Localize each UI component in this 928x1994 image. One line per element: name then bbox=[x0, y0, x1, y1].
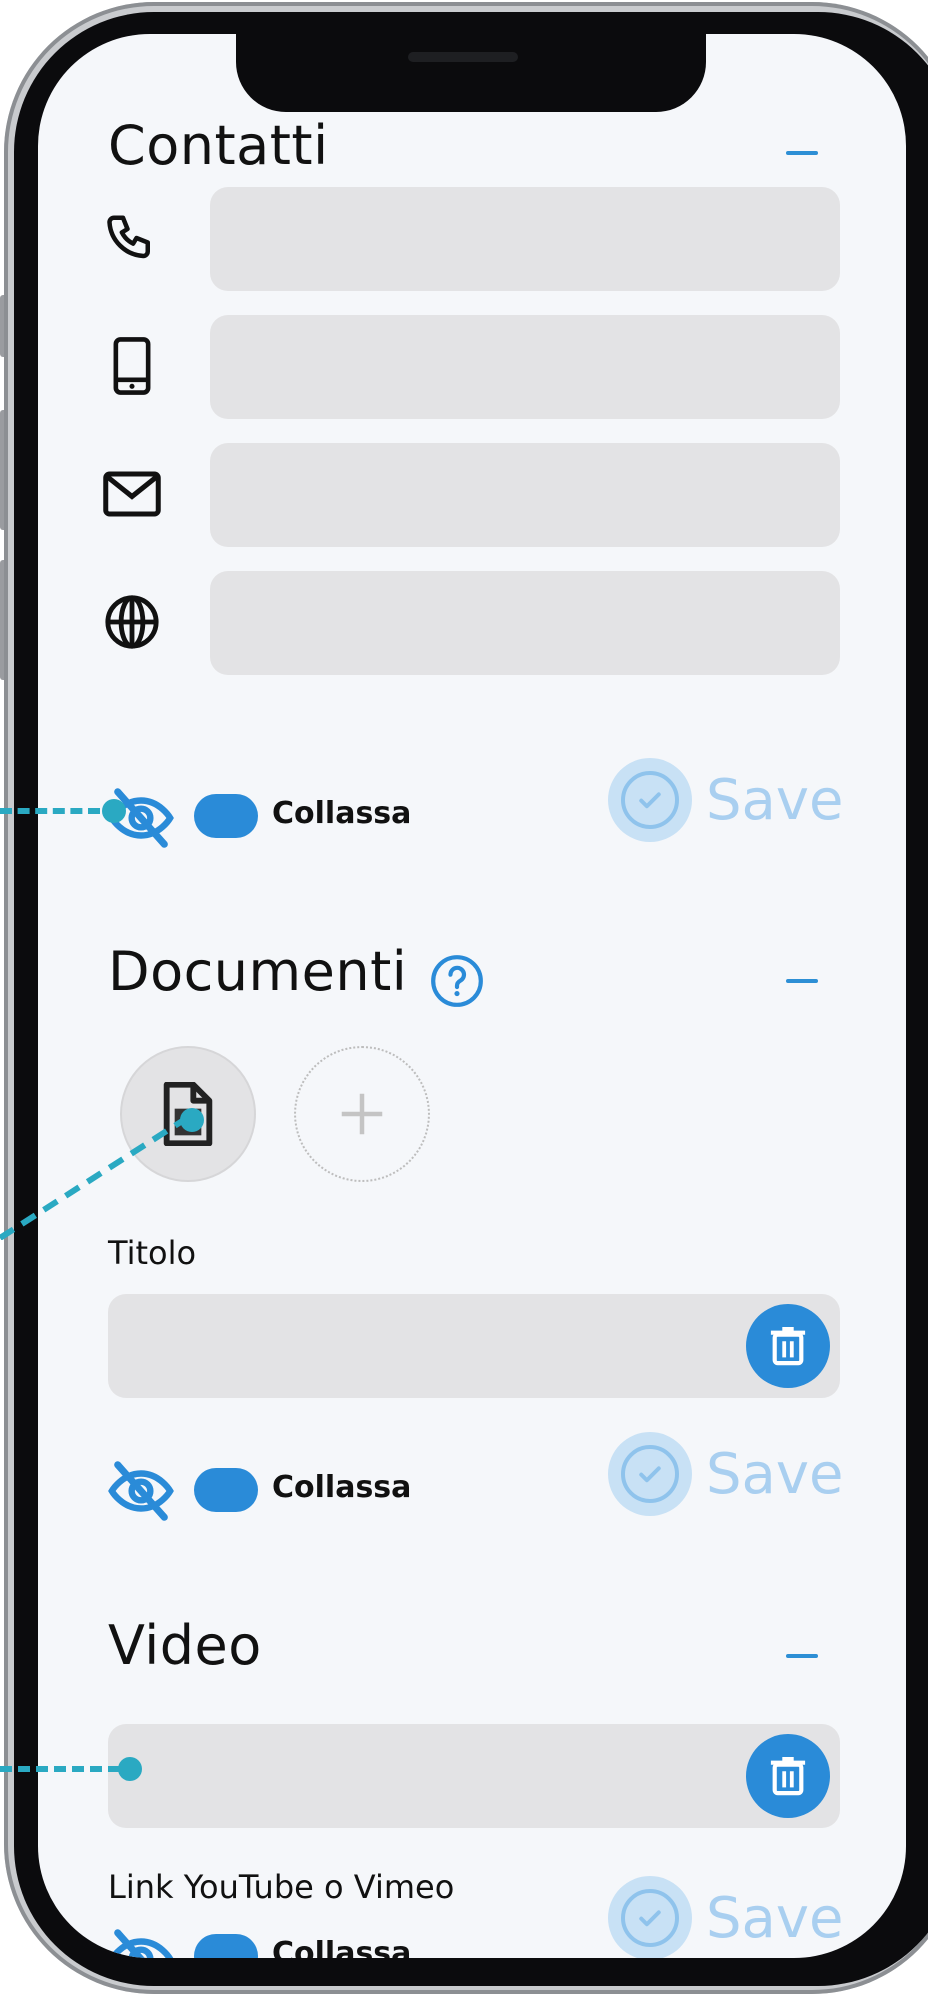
documents-title: Documenti bbox=[108, 940, 408, 1003]
annotation-line bbox=[0, 1766, 120, 1772]
trash-icon bbox=[770, 1327, 806, 1366]
mobile-icon bbox=[96, 330, 168, 402]
visibility-off-icon[interactable] bbox=[104, 1922, 178, 1958]
contacts-save-button[interactable]: Save bbox=[608, 758, 843, 842]
annotation-dot bbox=[180, 1108, 204, 1132]
collapse-documents-button[interactable] bbox=[786, 979, 818, 983]
mail-icon bbox=[96, 458, 168, 530]
collapse-contacts-button[interactable] bbox=[786, 151, 818, 155]
save-label: Save bbox=[706, 767, 844, 833]
mobile-field[interactable] bbox=[210, 315, 840, 419]
video-save-button[interactable]: Save bbox=[608, 1876, 843, 1958]
annotation-dot bbox=[102, 799, 126, 823]
collapse-video-button[interactable] bbox=[786, 1654, 818, 1658]
phone-screen: Contatti Collassa Save Documenti Titolo bbox=[38, 34, 906, 1958]
visibility-off-icon[interactable] bbox=[104, 1454, 178, 1528]
video-link-label: Link YouTube o Vimeo bbox=[108, 1868, 455, 1906]
collapse-label: Collassa bbox=[272, 1936, 412, 1958]
contacts-title: Contatti bbox=[108, 114, 329, 177]
website-field[interactable] bbox=[210, 571, 840, 675]
save-label: Save bbox=[706, 1441, 844, 1507]
document-title-field[interactable] bbox=[108, 1294, 840, 1398]
notch bbox=[236, 34, 706, 112]
globe-icon bbox=[96, 586, 168, 658]
video-title: Video bbox=[108, 1614, 262, 1677]
phone-field[interactable] bbox=[210, 187, 840, 291]
email-field[interactable] bbox=[210, 443, 840, 547]
check-icon bbox=[608, 758, 692, 842]
annotation-dot bbox=[118, 1757, 142, 1781]
annotation-line bbox=[0, 1113, 192, 1240]
add-document-button[interactable] bbox=[294, 1046, 430, 1182]
phone-icon bbox=[96, 202, 168, 274]
annotation-line bbox=[0, 808, 100, 814]
help-icon[interactable] bbox=[428, 952, 486, 1010]
documents-save-button[interactable]: Save bbox=[608, 1432, 843, 1516]
collapse-label: Collassa bbox=[272, 1470, 412, 1505]
collapse-toggle[interactable] bbox=[194, 1934, 258, 1958]
delete-document-button[interactable] bbox=[746, 1304, 830, 1388]
collapse-toggle[interactable] bbox=[194, 1468, 258, 1512]
video-link-field[interactable] bbox=[108, 1724, 840, 1828]
collapse-label: Collassa bbox=[272, 796, 412, 831]
check-icon bbox=[608, 1432, 692, 1516]
save-label: Save bbox=[706, 1885, 844, 1951]
plus-icon bbox=[341, 1093, 383, 1135]
speaker bbox=[408, 52, 518, 62]
collapse-toggle[interactable] bbox=[194, 794, 258, 838]
check-icon bbox=[608, 1876, 692, 1958]
delete-video-button[interactable] bbox=[746, 1734, 830, 1818]
trash-icon bbox=[770, 1757, 806, 1796]
